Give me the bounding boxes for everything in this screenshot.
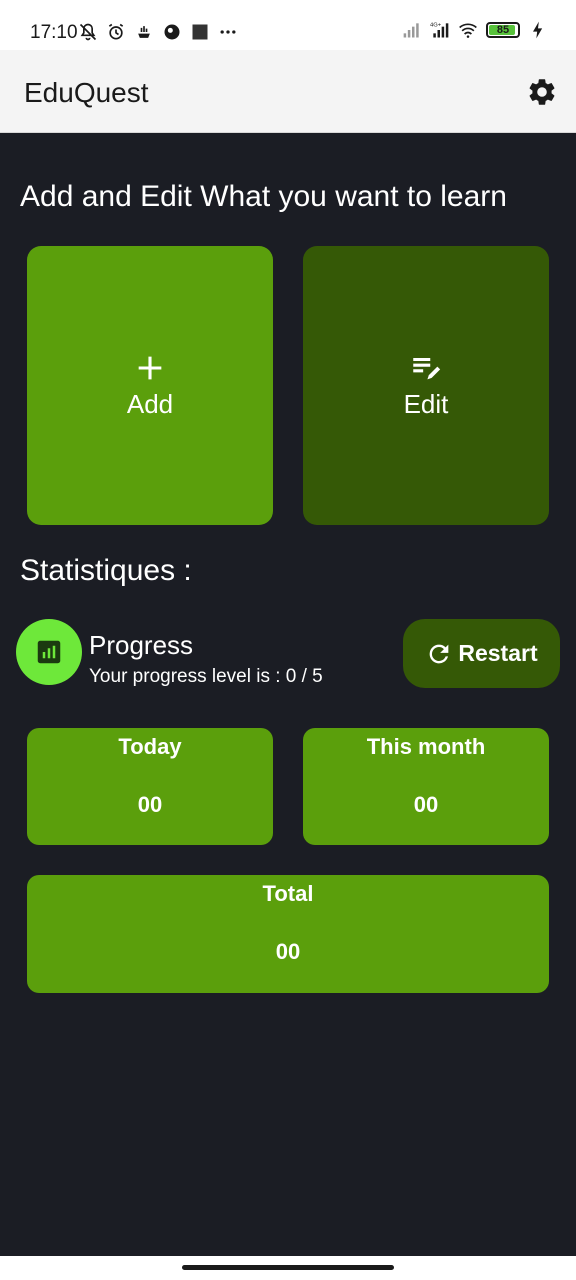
more-dots-icon — [220, 30, 236, 34]
stat-today-label: Today — [118, 734, 182, 759]
stat-card-total: Total 00 — [27, 875, 549, 993]
stat-total-label: Total — [262, 881, 314, 906]
add-button[interactable]: Add — [27, 246, 273, 525]
stat-card-month: This month 00 — [303, 728, 549, 845]
stat-month-value: 00 — [413, 792, 439, 817]
stat-total-value: 00 — [275, 939, 301, 964]
plus-icon — [138, 356, 162, 380]
statistics-title: Statistiques : — [20, 554, 192, 587]
stat-month-label: This month — [366, 734, 486, 759]
app-notification-icon — [138, 26, 150, 38]
progress-title: Progress — [89, 630, 194, 660]
edit-button-label: Edit — [403, 389, 449, 419]
status-time: 17:10 — [30, 22, 78, 43]
alarm-icon — [108, 23, 124, 40]
app-notification-icon — [164, 24, 180, 40]
charging-icon — [533, 21, 543, 39]
edit-list-icon — [413, 357, 441, 380]
stat-card-today: Today 00 — [27, 728, 273, 845]
progress-subtitle: Your progress level is : 0 / 5 — [89, 666, 323, 687]
app-title: EduQuest — [24, 77, 149, 108]
notifications-off-icon — [79, 23, 97, 41]
stat-today-value: 00 — [137, 792, 163, 817]
refresh-icon — [430, 644, 449, 663]
app-bar: EduQuest — [0, 50, 576, 133]
progress-avatar — [16, 619, 82, 685]
restart-button-label: Restart — [458, 640, 538, 666]
signal-icon — [403, 23, 419, 38]
bar-chart-icon — [37, 640, 61, 664]
restart-button[interactable]: Restart — [403, 619, 560, 688]
home-indicator[interactable] — [182, 1265, 394, 1270]
status-icons-left — [78, 22, 238, 42]
status-bar: 17:10 4G+ 85 — [0, 0, 576, 50]
add-button-label: Add — [126, 389, 174, 419]
app-notification-icon — [192, 24, 208, 40]
gear-icon — [529, 79, 555, 105]
battery-level: 85 — [496, 24, 510, 36]
signal-4g-icon: 4G+ — [430, 23, 449, 38]
system-nav-bar — [0, 1256, 576, 1280]
progress-row: Progress Your progress level is : 0 / 5 … — [16, 619, 562, 689]
settings-button[interactable] — [526, 76, 558, 108]
edit-button[interactable]: Edit — [303, 246, 549, 525]
add-edit-section-title: Add and Edit What you want to learn — [20, 180, 507, 213]
network-label: 4G+ — [430, 23, 442, 29]
status-icons-right: 4G+ 85 — [402, 20, 548, 40]
wifi-icon — [459, 23, 477, 38]
battery-icon: 85 — [486, 22, 520, 38]
